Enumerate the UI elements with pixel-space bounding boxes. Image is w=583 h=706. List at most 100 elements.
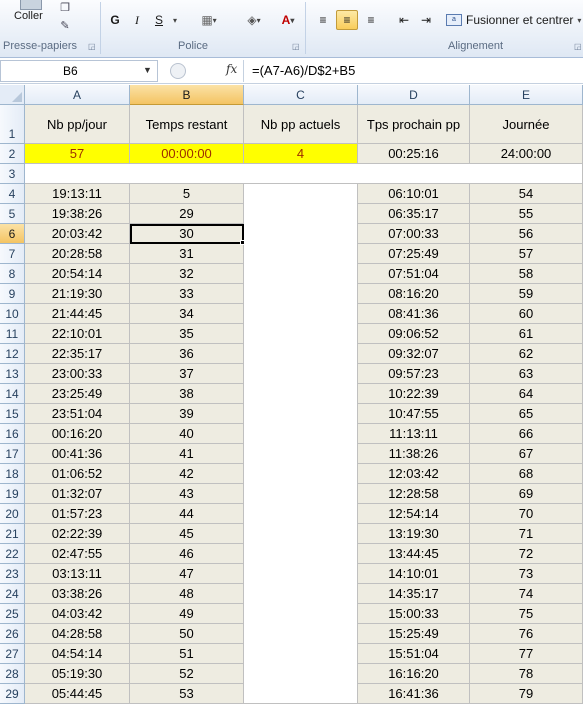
data-cell[interactable]: 20:03:42 xyxy=(25,224,130,244)
merge-center-button[interactable]: a Fusionner et centrer ▾ xyxy=(446,10,581,30)
row-header-23[interactable]: 23 xyxy=(0,564,25,584)
data-cell[interactable]: 72 xyxy=(470,544,583,564)
data-cell[interactable]: 45 xyxy=(130,524,244,544)
data-cell[interactable]: 76 xyxy=(470,624,583,644)
data-cell[interactable]: 16:16:20 xyxy=(358,664,470,684)
row-header-22[interactable]: 22 xyxy=(0,544,25,564)
data-cell[interactable]: 01:32:07 xyxy=(25,484,130,504)
row-header-15[interactable]: 15 xyxy=(0,404,25,424)
data-cell[interactable]: 04:28:58 xyxy=(25,624,130,644)
paste-icon[interactable] xyxy=(20,0,42,10)
data-cell[interactable]: 62 xyxy=(470,344,583,364)
data-cell[interactable]: 78 xyxy=(470,664,583,684)
data-cell[interactable]: 13:19:30 xyxy=(358,524,470,544)
bold-button[interactable]: G xyxy=(106,10,124,30)
row-header-1[interactable]: 1 xyxy=(0,105,25,144)
select-all-corner[interactable] xyxy=(0,85,25,105)
data-cell[interactable]: 05:44:45 xyxy=(25,684,130,704)
font-color-icon[interactable]: A ▾ xyxy=(274,10,302,30)
row-header-21[interactable]: 21 xyxy=(0,524,25,544)
data-cell[interactable]: 55 xyxy=(470,204,583,224)
data-cell[interactable]: 21:44:45 xyxy=(25,304,130,324)
row-header-25[interactable]: 25 xyxy=(0,604,25,624)
data-cell[interactable]: 64 xyxy=(470,384,583,404)
row-header-9[interactable]: 9 xyxy=(0,284,25,304)
data-cell[interactable]: 77 xyxy=(470,644,583,664)
data-cell[interactable]: 05:19:30 xyxy=(25,664,130,684)
summary-cell[interactable]: 00:25:16 xyxy=(358,144,470,164)
insert-function-icon[interactable]: fx xyxy=(226,62,237,76)
data-cell[interactable]: 53 xyxy=(130,684,244,704)
data-cell[interactable]: 22:10:01 xyxy=(25,324,130,344)
row-header-16[interactable]: 16 xyxy=(0,424,25,444)
column-header-a[interactable]: A xyxy=(25,85,130,105)
data-cell[interactable]: 35 xyxy=(130,324,244,344)
row-header-11[interactable]: 11 xyxy=(0,324,25,344)
row-header-28[interactable]: 28 xyxy=(0,664,25,684)
data-cell[interactable]: 20:28:58 xyxy=(25,244,130,264)
data-cell[interactable]: 23:00:33 xyxy=(25,364,130,384)
summary-cell[interactable]: 57 xyxy=(25,144,130,164)
name-box[interactable]: B6 ▼ xyxy=(0,60,158,82)
data-cell[interactable]: 41 xyxy=(130,444,244,464)
underline-dropdown-icon[interactable]: ▾ xyxy=(170,10,180,30)
data-cell[interactable]: 71 xyxy=(470,524,583,544)
row-header-24[interactable]: 24 xyxy=(0,584,25,604)
data-cell[interactable]: 19:13:11 xyxy=(25,184,130,204)
column-header-d[interactable]: D xyxy=(358,85,470,105)
font-launcher-icon[interactable]: ◲ xyxy=(292,42,300,51)
data-cell[interactable]: 08:16:20 xyxy=(358,284,470,304)
data-cell[interactable]: 11:13:11 xyxy=(358,424,470,444)
row-header-18[interactable]: 18 xyxy=(0,464,25,484)
row-header-20[interactable]: 20 xyxy=(0,504,25,524)
data-cell[interactable]: 00:16:20 xyxy=(25,424,130,444)
data-cell[interactable]: 11:38:26 xyxy=(358,444,470,464)
expand-handle-icon[interactable] xyxy=(170,63,186,79)
data-cell[interactable]: 54 xyxy=(470,184,583,204)
data-cell[interactable]: 38 xyxy=(130,384,244,404)
data-cell[interactable]: 15:25:49 xyxy=(358,624,470,644)
data-cell[interactable]: 50 xyxy=(130,624,244,644)
data-cell[interactable]: 10:22:39 xyxy=(358,384,470,404)
align-left-icon[interactable]: ≡ xyxy=(313,10,333,30)
data-cell[interactable]: 23:25:49 xyxy=(25,384,130,404)
data-cell[interactable]: 5 xyxy=(130,184,244,204)
data-cell[interactable]: 06:10:01 xyxy=(358,184,470,204)
row-header-7[interactable]: 7 xyxy=(0,244,25,264)
row-header-8[interactable]: 8 xyxy=(0,264,25,284)
data-cell[interactable]: 22:35:17 xyxy=(25,344,130,364)
data-cell[interactable]: 42 xyxy=(130,464,244,484)
data-cell[interactable]: 00:41:36 xyxy=(25,444,130,464)
summary-cell[interactable]: 4 xyxy=(244,144,358,164)
data-cell[interactable]: 31 xyxy=(130,244,244,264)
data-cell[interactable]: 16:41:36 xyxy=(358,684,470,704)
data-cell[interactable]: 10:47:55 xyxy=(358,404,470,424)
increase-indent-icon[interactable]: ⇥ xyxy=(416,10,436,30)
row-header-5[interactable]: 5 xyxy=(0,204,25,224)
data-cell[interactable]: 01:57:23 xyxy=(25,504,130,524)
data-cell[interactable]: 07:00:33 xyxy=(358,224,470,244)
data-cell[interactable]: 04:03:42 xyxy=(25,604,130,624)
row-header-13[interactable]: 13 xyxy=(0,364,25,384)
data-cell[interactable]: 59 xyxy=(470,284,583,304)
data-cell[interactable]: 68 xyxy=(470,464,583,484)
data-cell[interactable]: 33 xyxy=(130,284,244,304)
row-header-19[interactable]: 19 xyxy=(0,484,25,504)
data-cell[interactable]: 63 xyxy=(470,364,583,384)
data-cell[interactable]: 29 xyxy=(130,204,244,224)
data-cell[interactable]: 47 xyxy=(130,564,244,584)
data-cell[interactable]: 20:54:14 xyxy=(25,264,130,284)
data-cell[interactable]: 66 xyxy=(470,424,583,444)
data-cell[interactable]: 01:06:52 xyxy=(25,464,130,484)
borders-icon[interactable]: ▦ ▾ xyxy=(194,10,224,30)
align-center-icon[interactable]: ≡ xyxy=(336,10,358,30)
header-cell[interactable]: Journée xyxy=(470,105,583,144)
data-cell[interactable]: 02:22:39 xyxy=(25,524,130,544)
data-cell[interactable]: 09:06:52 xyxy=(358,324,470,344)
data-cell[interactable]: 12:03:42 xyxy=(358,464,470,484)
column-header-b[interactable]: B xyxy=(130,85,244,105)
data-cell[interactable]: 69 xyxy=(470,484,583,504)
data-cell[interactable]: 48 xyxy=(130,584,244,604)
data-cell[interactable]: 46 xyxy=(130,544,244,564)
paste-button[interactable]: Coller xyxy=(14,10,43,22)
